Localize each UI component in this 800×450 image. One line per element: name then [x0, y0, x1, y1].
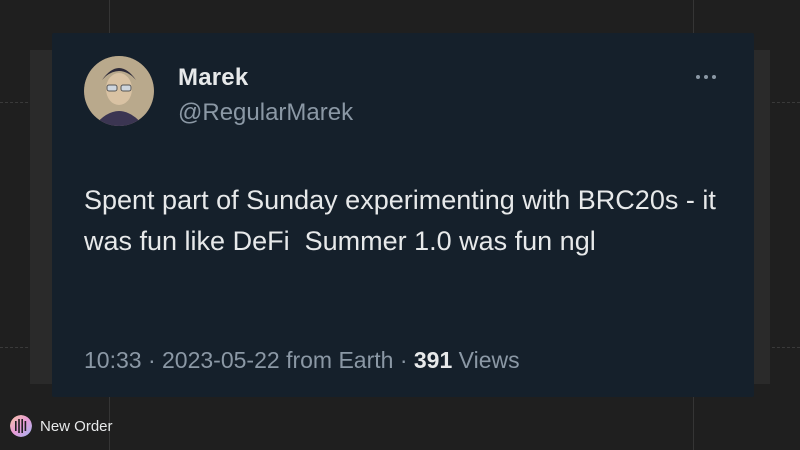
avatar-image: [84, 56, 154, 126]
more-dot: [696, 75, 700, 79]
tweet-card[interactable]: Marek @RegularMarek Spent part of Sunday…: [52, 33, 754, 397]
tweet-date[interactable]: 2023-05-22: [162, 347, 280, 373]
tweet-meta: 10:33 · 2023-05-22 from Earth · 391 View…: [84, 347, 520, 373]
brand-label: New Order: [40, 417, 113, 435]
avatar[interactable]: [84, 56, 154, 126]
more-dot: [712, 75, 716, 79]
new-order-logo-icon: [10, 415, 32, 437]
brand-watermark: New Order: [10, 414, 113, 438]
views-label: Views: [458, 347, 520, 373]
tweet-text: Spent part of Sunday experimenting with …: [84, 185, 724, 256]
canvas: Marek @RegularMarek Spent part of Sunday…: [0, 0, 800, 450]
more-dot: [704, 75, 708, 79]
views-count[interactable]: 391: [414, 347, 452, 373]
display-name[interactable]: Marek: [178, 64, 248, 92]
tweet-time[interactable]: 10:33: [84, 347, 142, 373]
tweet-source: from Earth: [286, 347, 394, 373]
user-handle[interactable]: @RegularMarek: [178, 99, 353, 127]
more-horizontal-icon[interactable]: [692, 63, 720, 91]
